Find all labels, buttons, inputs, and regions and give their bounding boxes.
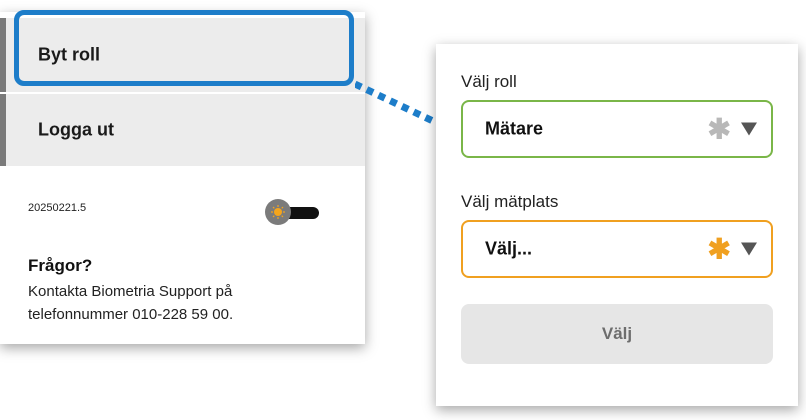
app-version: 20250221.5 xyxy=(28,202,87,214)
required-icon: ✱ xyxy=(707,233,731,265)
role-value: Mätare xyxy=(485,118,544,139)
connector-line xyxy=(355,80,437,126)
chevron-down-icon xyxy=(741,242,757,256)
toggle-knob xyxy=(265,199,291,225)
required-icon: ✱ xyxy=(707,113,731,145)
role-label: Välj roll xyxy=(461,72,517,91)
place-label: Välj mätplats xyxy=(461,192,559,211)
place-select[interactable]: Välj... ✱ xyxy=(461,220,773,278)
faq-title: Frågor? xyxy=(28,256,93,275)
theme-toggle[interactable] xyxy=(263,198,323,226)
highlight-frame xyxy=(14,10,354,86)
logout-menu-item[interactable]: Logga ut xyxy=(0,94,365,166)
logout-label: Logga ut xyxy=(38,119,114,140)
submit-button[interactable]: Välj xyxy=(461,304,773,364)
role-select[interactable]: Mätare ✱ xyxy=(461,100,773,158)
place-value: Välj... xyxy=(485,238,533,259)
faq-text: Kontakta Biometria Support på telefonnum… xyxy=(28,283,234,323)
chevron-down-icon xyxy=(741,122,757,136)
role-dialog: Välj roll Mätare ✱ Välj mätplats Välj...… xyxy=(436,44,798,406)
sun-icon xyxy=(271,205,285,219)
